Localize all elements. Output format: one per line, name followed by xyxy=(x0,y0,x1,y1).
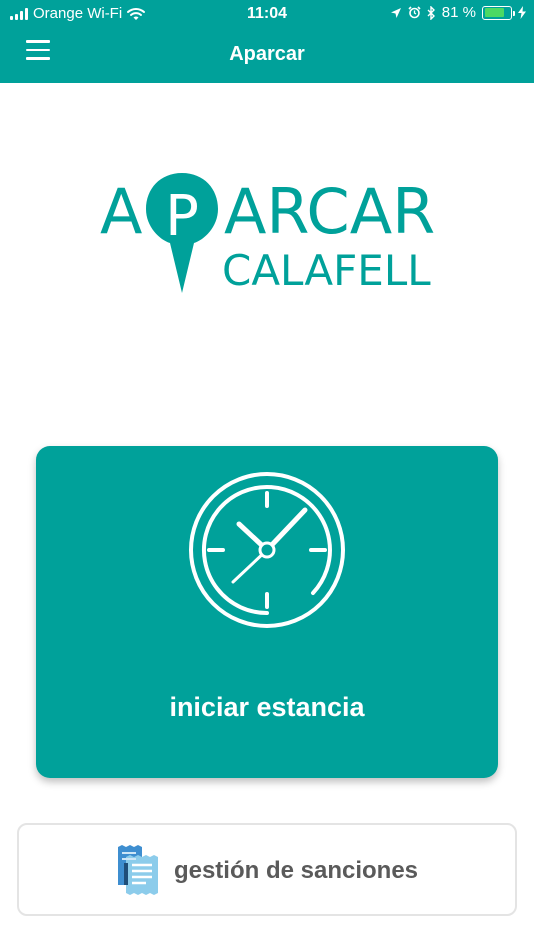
page-title: Aparcar xyxy=(229,43,305,65)
bluetooth-icon xyxy=(427,5,435,20)
start-stay-button[interactable]: iniciar estancia xyxy=(36,446,498,778)
alarm-icon xyxy=(408,6,421,19)
charging-icon xyxy=(518,6,526,19)
svg-text:P: P xyxy=(165,184,199,249)
location-arrow-icon xyxy=(390,7,401,18)
svg-text:ARCAR: ARCAR xyxy=(224,175,435,248)
battery-fill xyxy=(484,8,504,17)
app-header: Orange Wi-Fi 11:04 81 % Aparcar xyxy=(0,0,534,83)
logo-letter-a: A xyxy=(100,175,142,248)
receipt-icon xyxy=(117,845,158,895)
aparcar-calafell-logo: A P ARCAR CALAFELL xyxy=(100,165,440,300)
clock-icon xyxy=(189,472,345,628)
start-stay-label: iniciar estancia xyxy=(169,692,365,722)
sanctions-button[interactable]: gestión de sanciones xyxy=(17,823,517,916)
logo-line2: CALAFELL xyxy=(222,246,431,295)
battery-percent: 81 % xyxy=(441,4,476,21)
status-bar: Orange Wi-Fi 11:04 81 % xyxy=(0,0,534,28)
status-right: 81 % xyxy=(390,4,526,21)
sanctions-label: gestión de sanciones xyxy=(173,857,419,884)
battery-icon xyxy=(482,5,515,20)
